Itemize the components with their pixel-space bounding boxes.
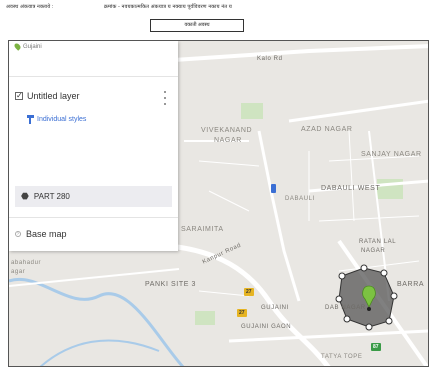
park-area — [377, 179, 403, 199]
map-label-vivekanand-nagar: NAGAR — [214, 137, 242, 144]
vertex-handle — [390, 292, 398, 300]
vertex-handle — [360, 264, 368, 272]
polygon-feature-icon: ⬣ — [21, 191, 29, 201]
expand-icon[interactable]: › — [15, 231, 21, 237]
document-header-right: क्रमांक - नवयकात्मकित अंकयात्र य नक्याय … — [104, 4, 233, 10]
road — [288, 99, 428, 123]
paint-roller-icon — [27, 115, 34, 124]
map-label-ratan-lal: RATAN LAL — [359, 239, 397, 245]
feature-list-item[interactable]: ⬣ PART 280 — [15, 186, 172, 207]
transit-icon — [271, 184, 276, 193]
pin-anchor — [367, 307, 371, 311]
map-label-road: Kalo Rd — [257, 56, 283, 62]
map-label-dab-nagar: DAB NAGAR — [325, 305, 366, 311]
panel-divider — [9, 76, 178, 77]
road — [257, 130, 301, 302]
map-label-saraimita: SARAIMITA — [181, 226, 224, 233]
canal — [39, 339, 160, 366]
document-box-label: वकाती अवस्थ — [150, 19, 244, 32]
map-label-gujaini: GUJAINI — [261, 305, 289, 311]
map-view[interactable]: Kalo Rd VIVEKANAND NAGAR AZAD NAGAR SANJ… — [8, 40, 429, 367]
park-area — [241, 103, 263, 119]
vertex-handle — [385, 317, 393, 325]
vertex-handle — [335, 295, 343, 303]
road — [228, 329, 428, 343]
vertex-handle — [338, 272, 346, 280]
map-label-panki-site: PANKI SITE 3 — [145, 281, 197, 288]
road — [158, 44, 428, 63]
map-label-azad-nagar: AZAD NAGAR — [301, 126, 353, 133]
map-label-tatya-tope: TATYA TOPE — [321, 354, 363, 360]
individual-styles-label[interactable]: Individual styles — [37, 116, 86, 123]
route-shield: 27 — [244, 288, 254, 296]
panel-top-label: Gujaini — [23, 43, 42, 50]
individual-styles-link[interactable]: Individual styles — [27, 115, 86, 124]
layer-checkbox[interactable]: ✓ — [15, 92, 23, 100]
vertex-handle — [365, 323, 373, 331]
place-pin-icon — [13, 42, 22, 51]
base-map-label[interactable]: Base map — [26, 229, 67, 239]
vertex-handle — [380, 269, 388, 277]
map-label-abahadur: abahadur — [11, 260, 42, 266]
kanpur-road — [168, 243, 331, 366]
park-area — [195, 311, 215, 325]
document-header-left: अवस्थ अंकयात्र नक्ताये : — [6, 4, 54, 10]
map-label-sanjay-nagar: SANJAY NAGAR — [361, 151, 422, 158]
river — [9, 277, 185, 366]
map-label-vivekanand: VIVEKANAND — [201, 127, 253, 134]
map-label-agar: agar — [11, 269, 26, 275]
panel-top-item[interactable]: Gujaini — [13, 42, 42, 51]
vertex-handle — [343, 315, 351, 323]
layer-name[interactable]: Untitled layer — [27, 91, 80, 101]
map-label-barra: BARRA — [397, 281, 425, 288]
map-label-dabauli: DABAULI — [285, 196, 315, 202]
route-shield: 87 — [371, 343, 381, 351]
feature-name[interactable]: PART 280 — [34, 192, 70, 201]
layer-row[interactable]: ✓ Untitled layer — [15, 91, 80, 101]
map-label-dabauli-west: DABAULI WEST — [321, 185, 381, 192]
map-label-gujaini-gaon: GUJAINI GAON — [241, 324, 292, 330]
map-label-ratan-lal-nagar: NAGAR — [361, 248, 386, 254]
base-map-row[interactable]: › Base map — [15, 229, 67, 239]
panel-divider — [9, 217, 178, 218]
route-shield: 27 — [237, 309, 247, 317]
layers-panel: Gujaini ✓ Untitled layer Individual styl… — [9, 41, 178, 251]
layer-options-icon[interactable] — [163, 91, 166, 105]
document-header: अवस्थ अंकयात्र नक्ताये : क्रमांक - नवयका… — [0, 0, 433, 40]
